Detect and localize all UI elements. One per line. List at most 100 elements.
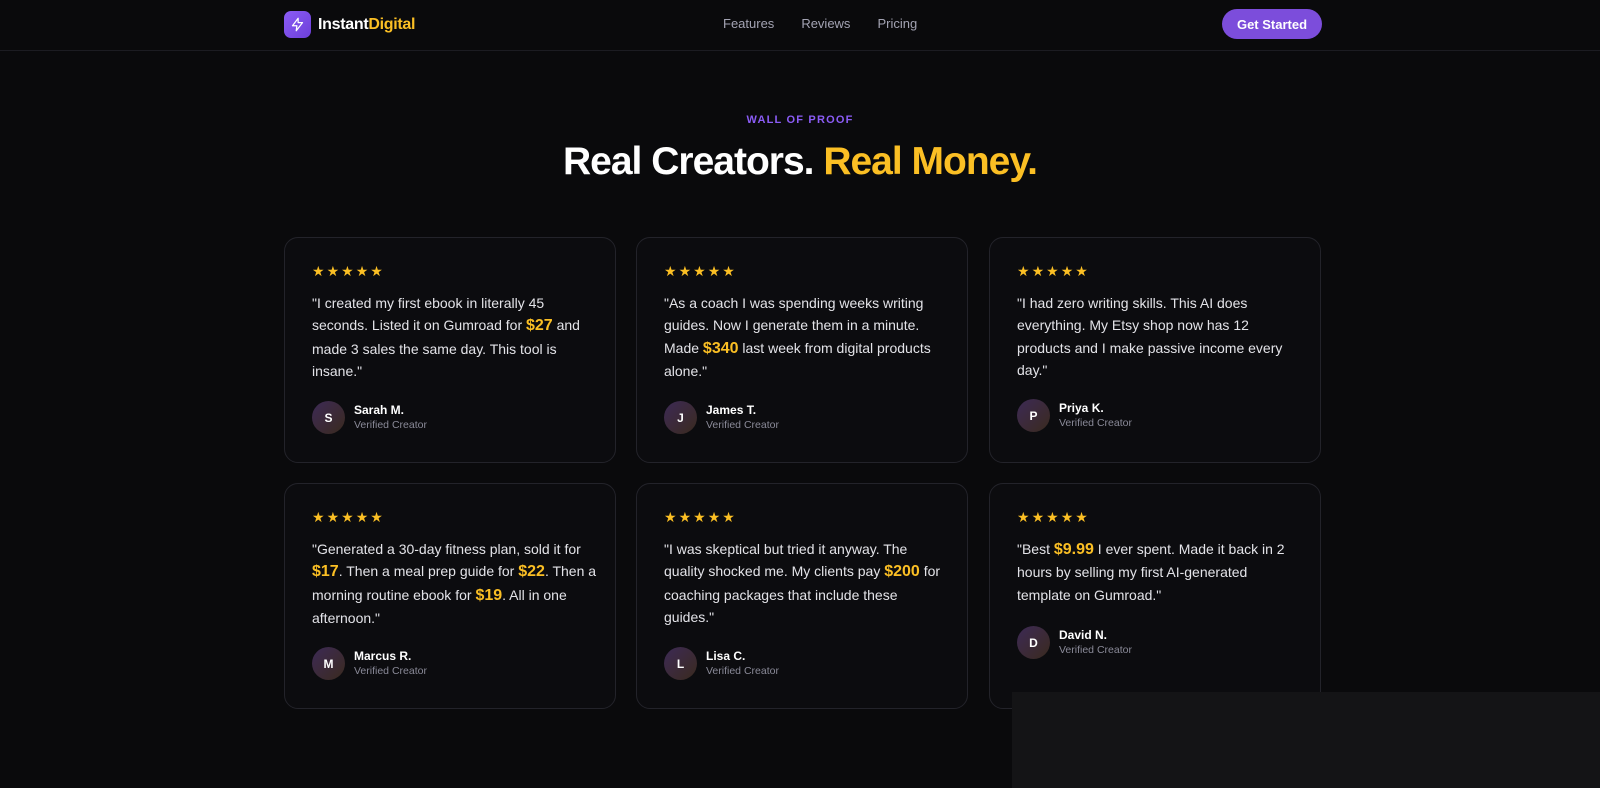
star-icon: ★ bbox=[1046, 509, 1059, 525]
star-icon: ★ bbox=[312, 263, 325, 279]
star-rating: ★ ★ ★ ★ ★ bbox=[312, 264, 383, 278]
brand-name: InstantDigital bbox=[318, 16, 415, 34]
price-highlight: $340 bbox=[702, 339, 739, 357]
author-role: Verified Creator bbox=[1059, 417, 1132, 429]
star-icon: ★ bbox=[312, 509, 325, 525]
testimonial-author: D David N. Verified Creator bbox=[1017, 626, 1132, 659]
star-rating: ★ ★ ★ ★ ★ bbox=[312, 510, 383, 524]
author-role: Verified Creator bbox=[706, 419, 779, 431]
testimonial-quote: "Best $9.99 I ever spent. Made it back i… bbox=[1017, 538, 1302, 606]
star-icon: ★ bbox=[707, 509, 721, 525]
testimonial-quote: "As a coach I was spending weeks writing… bbox=[664, 292, 949, 382]
section-headline: Real Creators. Real Money. bbox=[0, 140, 1600, 184]
testimonial-card: ★ ★ ★ ★ ★ "I had zero writing skills. This AI… bbox=[989, 237, 1321, 463]
author-role: Verified Creator bbox=[1059, 644, 1132, 656]
testimonial-author: S Sarah M. Verified Creator bbox=[312, 401, 427, 434]
star-rating: ★ ★ ★ ★ ★ bbox=[664, 264, 735, 278]
quote-text: "I was skeptical but tried it anyway. Th… bbox=[664, 541, 908, 580]
avatar: L bbox=[664, 647, 697, 680]
nav-links: Features Reviews Pricing bbox=[723, 16, 917, 31]
quote-text: "Best bbox=[1017, 541, 1054, 557]
quote-text: "Generated a 30-day fitness plan, sold i… bbox=[312, 541, 581, 557]
price-highlight: $22 bbox=[518, 563, 545, 581]
star-icon: ★ bbox=[678, 263, 692, 279]
floating-panel bbox=[1012, 692, 1600, 788]
star-icon: ★ bbox=[326, 509, 340, 525]
star-icon: ★ bbox=[693, 509, 706, 525]
star-icon: ★ bbox=[355, 263, 369, 279]
star-icon: ★ bbox=[1060, 263, 1074, 279]
star-icon: ★ bbox=[722, 263, 735, 279]
testimonial-author: P Priya K. Verified Creator bbox=[1017, 399, 1132, 432]
get-started-button[interactable]: Get Started bbox=[1222, 9, 1322, 39]
star-icon: ★ bbox=[1075, 509, 1088, 525]
avatar: M bbox=[312, 647, 345, 680]
author-name: Priya K. bbox=[1059, 401, 1104, 415]
price-highlight: $17 bbox=[312, 563, 339, 581]
nav-link-features[interactable]: Features bbox=[723, 16, 774, 31]
star-icon: ★ bbox=[707, 263, 721, 279]
star-icon: ★ bbox=[326, 263, 340, 279]
author-role: Verified Creator bbox=[354, 665, 427, 677]
star-icon: ★ bbox=[341, 263, 354, 279]
testimonial-author: M Marcus R. Verified Creator bbox=[312, 647, 427, 680]
quote-text: "I created my first ebook in literally 4… bbox=[312, 295, 545, 334]
testimonial-quote: "Generated a 30-day fitness plan, sold i… bbox=[312, 538, 597, 629]
headline-part2: Real Money. bbox=[823, 140, 1038, 183]
star-icon: ★ bbox=[1031, 509, 1045, 525]
star-icon: ★ bbox=[341, 509, 354, 525]
star-icon: ★ bbox=[678, 509, 692, 525]
section-eyebrow: WALL OF PROOF bbox=[746, 114, 854, 126]
star-icon: ★ bbox=[1017, 263, 1030, 279]
star-icon: ★ bbox=[664, 263, 677, 279]
price-highlight: $19 bbox=[475, 586, 503, 604]
testimonial-author: L Lisa C. Verified Creator bbox=[664, 647, 779, 680]
author-name: Sarah M. bbox=[354, 403, 405, 417]
star-icon: ★ bbox=[664, 509, 677, 525]
testimonial-quote: "I had zero writing skills. This AI does… bbox=[1017, 292, 1302, 381]
top-nav: InstantDigital Features Reviews Pricing … bbox=[0, 0, 1600, 51]
price-highlight: $200 bbox=[884, 563, 920, 581]
star-icon: ★ bbox=[370, 509, 383, 525]
testimonial-card: ★ ★ ★ ★ ★ "Best $9.99 I ever spent. Made it b… bbox=[989, 483, 1321, 709]
star-rating: ★ ★ ★ ★ ★ bbox=[1017, 510, 1088, 524]
star-rating: ★ ★ ★ ★ ★ bbox=[664, 510, 735, 524]
star-icon: ★ bbox=[722, 509, 735, 525]
testimonial-card: ★ ★ ★ ★ ★ "I was skeptical but tried it anywa… bbox=[636, 483, 968, 709]
brand-logo[interactable]: InstantDigital bbox=[284, 11, 415, 38]
testimonial-card: ★ ★ ★ ★ ★ "Generated a 30-day fitness plan, s… bbox=[284, 483, 616, 709]
testimonial-quote: "I was skeptical but tried it anyway. Th… bbox=[664, 538, 949, 628]
headline-part1: Real Creators. bbox=[563, 140, 814, 183]
author-name: James T. bbox=[706, 403, 757, 417]
avatar: D bbox=[1017, 626, 1050, 659]
star-icon: ★ bbox=[370, 263, 383, 279]
star-rating: ★ ★ ★ ★ ★ bbox=[1017, 264, 1088, 278]
brand-name-part2: Digital bbox=[368, 15, 416, 33]
testimonial-card: ★ ★ ★ ★ ★ "I created my first ebook in litera… bbox=[284, 237, 616, 463]
star-icon: ★ bbox=[1046, 263, 1059, 279]
nav-link-reviews[interactable]: Reviews bbox=[801, 16, 850, 31]
avatar: J bbox=[664, 401, 697, 434]
author-role: Verified Creator bbox=[706, 665, 779, 677]
star-icon: ★ bbox=[1017, 509, 1030, 525]
avatar: P bbox=[1017, 399, 1050, 432]
star-icon: ★ bbox=[1060, 509, 1074, 525]
author-name: Marcus R. bbox=[354, 649, 412, 663]
avatar: S bbox=[312, 401, 345, 434]
nav-link-pricing[interactable]: Pricing bbox=[877, 16, 917, 31]
star-icon: ★ bbox=[1031, 263, 1045, 279]
price-highlight: $9.99 bbox=[1053, 541, 1094, 558]
quote-text: . Then a meal prep guide for bbox=[338, 563, 519, 580]
testimonial-author: J James T. Verified Creator bbox=[664, 401, 779, 434]
star-icon: ★ bbox=[693, 263, 706, 279]
star-icon: ★ bbox=[355, 509, 369, 525]
price-highlight: $27 bbox=[526, 317, 553, 335]
brand-name-part1: Instant bbox=[318, 15, 369, 33]
author-name: Lisa C. bbox=[706, 649, 746, 663]
quote-text: "I had zero writing skills. This AI does… bbox=[1017, 295, 1283, 378]
testimonial-quote: "I created my first ebook in literally 4… bbox=[312, 292, 597, 382]
lightning-icon bbox=[284, 11, 311, 38]
author-role: Verified Creator bbox=[354, 419, 427, 431]
testimonial-card: ★ ★ ★ ★ ★ "As a coach I was spending weeks wr… bbox=[636, 237, 968, 463]
star-icon: ★ bbox=[1075, 263, 1088, 279]
